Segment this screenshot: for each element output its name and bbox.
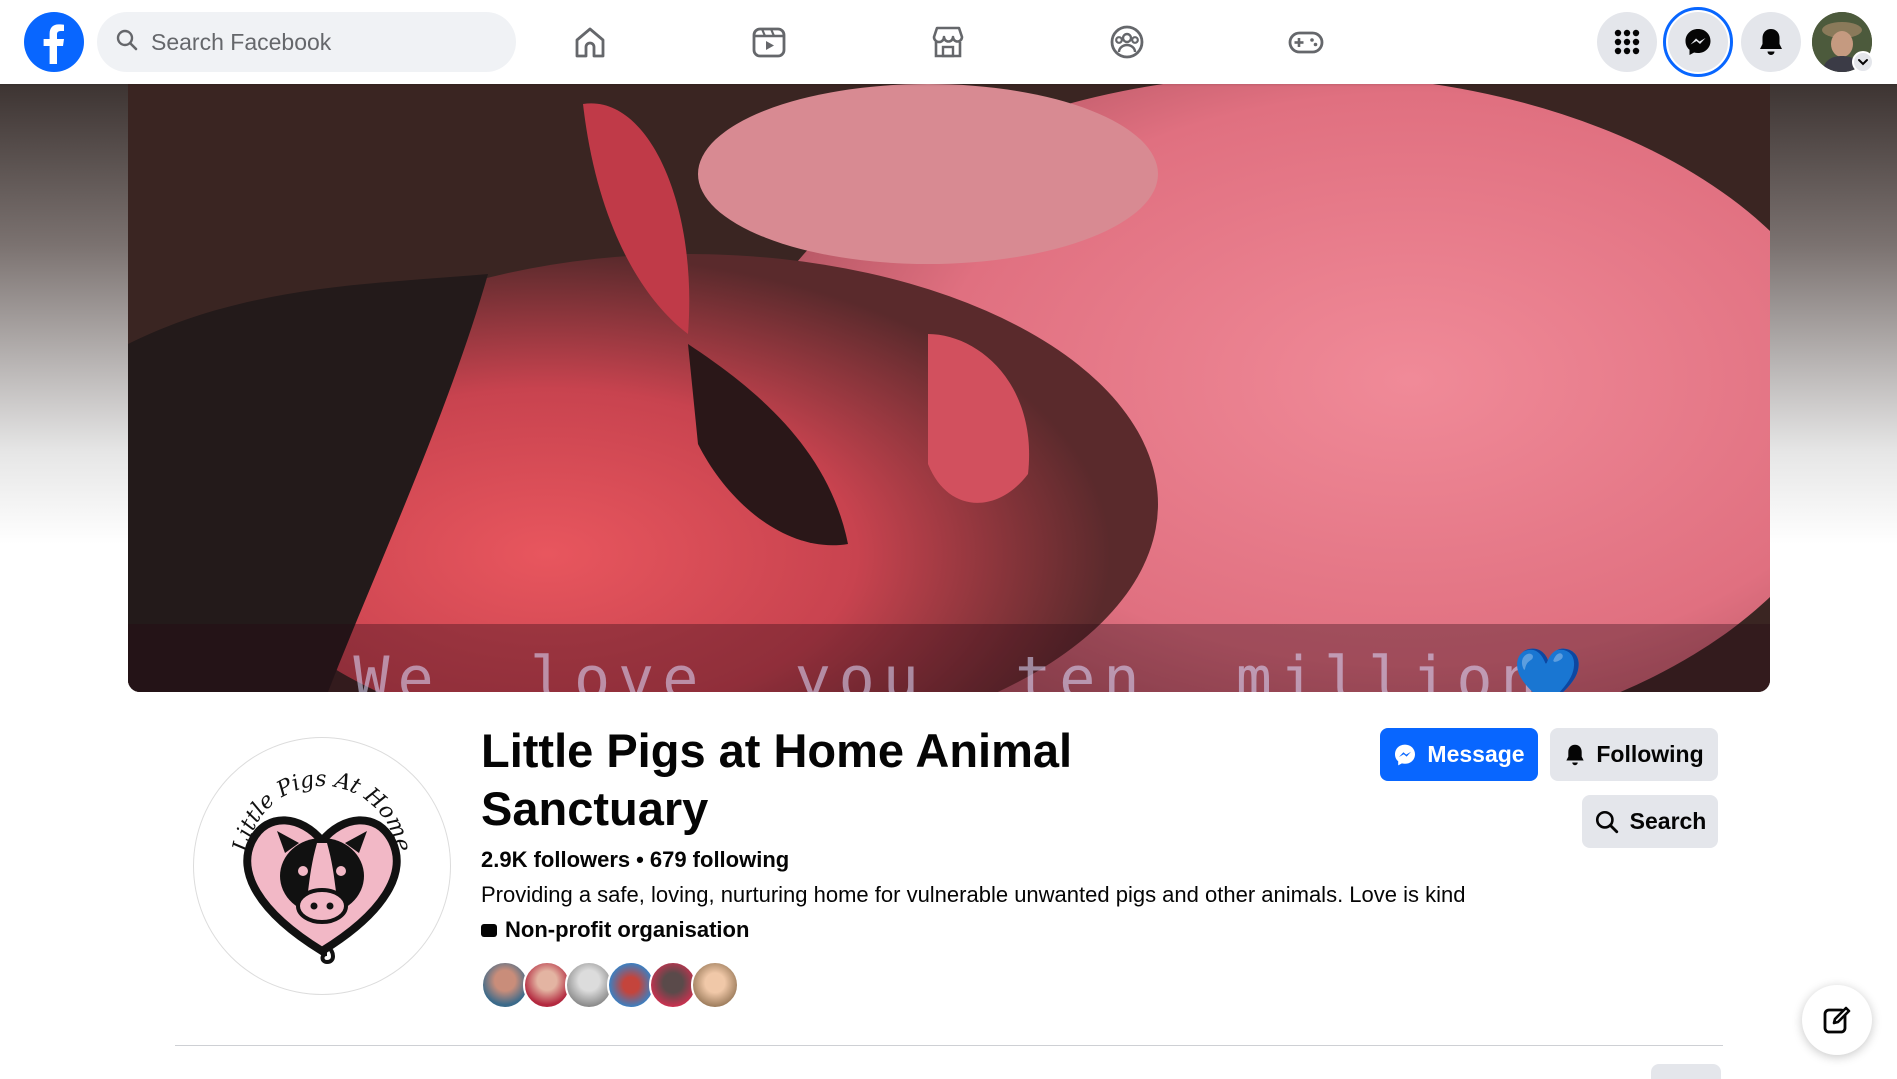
section-divider xyxy=(175,1045,1723,1046)
page-title: Little Pigs at Home Animal Sanctuary xyxy=(481,724,1073,835)
video-icon[interactable] xyxy=(739,12,799,72)
profile-picture[interactable]: Little Pigs At Home xyxy=(194,738,450,994)
briefcase-icon xyxy=(481,923,497,937)
cover-photo[interactable]: 💙 We love you ten million 💙 xyxy=(128,84,1770,692)
search-icon xyxy=(115,28,139,57)
friend-avatar[interactable] xyxy=(481,961,529,1009)
chevron-down-icon[interactable] xyxy=(1852,51,1874,73)
friend-avatar[interactable] xyxy=(691,961,739,1009)
search-label: Search xyxy=(1629,808,1707,834)
followers-count[interactable]: 2.9K followers xyxy=(481,847,630,872)
new-message-compose-icon[interactable] xyxy=(1802,985,1872,1055)
friend-avatar[interactable] xyxy=(649,961,697,1009)
friend-avatar[interactable] xyxy=(565,961,613,1009)
search-icon xyxy=(1594,809,1620,835)
more-options-button[interactable] xyxy=(1651,1064,1721,1079)
friend-avatar[interactable] xyxy=(523,961,571,1009)
page-category: Non-profit organisation xyxy=(481,917,749,943)
messenger-icon xyxy=(1393,743,1417,767)
blue-heart-icon: 💙 xyxy=(1513,645,1583,692)
friend-avatar[interactable] xyxy=(607,961,655,1009)
marketplace-icon[interactable] xyxy=(918,12,978,72)
facebook-logo-icon[interactable] xyxy=(24,12,84,72)
separator: • xyxy=(636,847,644,872)
following-label: Following xyxy=(1596,741,1704,767)
search-input[interactable] xyxy=(151,28,481,56)
follow-stats: 2.9K followers • 679 following xyxy=(481,847,789,873)
gaming-icon[interactable] xyxy=(1276,12,1336,72)
groups-icon[interactable] xyxy=(1097,12,1157,72)
notifications-bell-icon[interactable] xyxy=(1741,12,1801,72)
message-label: Message xyxy=(1427,741,1525,767)
following-count[interactable]: 679 following xyxy=(650,847,789,872)
category-label: Non-profit organisation xyxy=(505,917,750,942)
search-page-button[interactable]: Search xyxy=(1582,795,1718,848)
menu-grid-icon[interactable] xyxy=(1597,12,1657,72)
following-button[interactable]: Following xyxy=(1550,728,1718,781)
home-icon[interactable] xyxy=(560,12,620,72)
messenger-icon[interactable] xyxy=(1668,12,1728,72)
search-bar[interactable] xyxy=(97,12,516,72)
page-bio: Providing a safe, loving, nurturing home… xyxy=(481,882,1466,907)
top-navigation-bar xyxy=(0,0,1897,84)
bell-icon xyxy=(1564,743,1586,767)
message-button[interactable]: Message xyxy=(1380,728,1538,781)
friend-avatars xyxy=(481,961,751,1009)
